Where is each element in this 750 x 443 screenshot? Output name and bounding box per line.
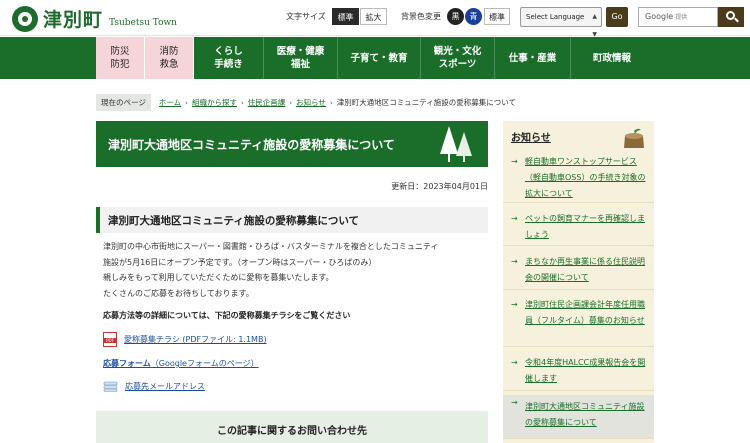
sidebar-item[interactable]: まちなか再生事業に係る住民説明会の開催について <box>503 254 654 290</box>
tree-stump-icon <box>624 128 644 148</box>
mail-stack-icon <box>103 381 118 392</box>
logo-subtitle: Tsubetsu Town <box>109 17 177 28</box>
application-form-link[interactable]: 応募フォーム <box>103 359 151 368</box>
text-size-large-button[interactable]: 拡大 <box>360 8 387 25</box>
news-sidebar: お知らせ 軽自動車ワンストップサービス（軽自動車OSS）の手続き対象の拡大につい… <box>503 121 654 443</box>
town-emblem-icon <box>12 5 38 32</box>
sidebar-item[interactable]: 軽自動車ワンストップサービス（軽自動車OSS）の手続き対象の拡大について <box>503 154 654 203</box>
mail-link-row: 応募先メールアドレス <box>103 381 205 392</box>
breadcrumb-link-home[interactable]: ホーム <box>159 97 181 108</box>
breadcrumb-separator-icon: › <box>329 98 333 107</box>
nav-item-disaster[interactable]: 防災 防犯 <box>96 37 145 79</box>
body-line: 津別町の中心市街地にスーパー・図書館・ひろば・バスターミナルを複合としたコミュニ… <box>103 242 439 251</box>
form-link-note[interactable]: （Googleフォームのページ） <box>151 359 259 368</box>
nav-item-government[interactable]: 町政情報 <box>571 37 653 79</box>
bg-color-label: 背景色変更 <box>401 12 441 21</box>
article-body: 津別町の中心市街地にスーパー・図書館・ひろば・バスターミナルを複合としたコミュニ… <box>103 239 483 301</box>
bg-black-button[interactable]: 黒 <box>447 8 464 25</box>
site-logo[interactable]: 津別町 Tsubetsu Town <box>12 5 177 32</box>
text-size-label: 文字サイズ <box>286 12 326 21</box>
pdf-icon: PDF <box>103 332 117 347</box>
global-nav: 防災 防犯 消防 救急 くらし 手続き 医療・健康 福祉 子育て・教育 観光・文化 スポー… <box>0 37 750 79</box>
updated-date: 更新日：2023年04月01日 <box>391 182 488 191</box>
nav-item-health[interactable]: 医療・健康 福祉 <box>264 37 338 79</box>
breadcrumb-separator-icon: › <box>289 98 293 107</box>
logo-name: 津別町 <box>43 9 104 31</box>
nav-item-education[interactable]: 子育て・教育 <box>338 37 421 79</box>
pdf-link-row: PDF 愛称募集チラシ (PDFファイル: 1.1MB) <box>103 332 267 347</box>
contact-section: この記事に関するお問い合わせ先 <box>96 411 488 443</box>
search-button[interactable] <box>718 7 744 27</box>
bg-blue-button[interactable]: 青 <box>465 8 482 25</box>
page-title-box: 津別町大通地区コミュニティ施設の愛称募集について <box>96 121 488 167</box>
details-note: 応募方法等の詳細については、下記の愛称募集チラシをご覧ください <box>103 311 351 320</box>
breadcrumb-link-news[interactable]: お知らせ <box>296 97 326 108</box>
language-go-button[interactable]: Go <box>606 7 628 27</box>
section-heading: 津別町大通地区コミュニティ施設の愛称募集について <box>96 207 488 233</box>
text-size-standard-button[interactable]: 標準 <box>332 8 359 25</box>
nav-item-fire[interactable]: 消防 救急 <box>145 37 194 79</box>
contact-heading: この記事に関するお問い合わせ先 <box>217 426 367 437</box>
search-input[interactable]: Google 提供 <box>638 7 718 27</box>
sidebar-item[interactable]: ペットの飼育マナーを再確認しましょう <box>503 211 654 246</box>
breadcrumb-here-label: 現在のページ <box>96 94 151 111</box>
breadcrumb-link-dept[interactable]: 住民企画課 <box>248 97 286 108</box>
pdf-link[interactable]: 愛称募集チラシ (PDFファイル: 1.1MB) <box>124 334 267 345</box>
nav-item-living[interactable]: くらし 手続き <box>194 37 264 79</box>
nav-item-industry[interactable]: 仕事・産業 <box>495 37 571 79</box>
form-link-row: 応募フォーム（Googleフォームのページ） <box>103 358 259 369</box>
breadcrumb-link-org[interactable]: 組織から探す <box>192 97 237 108</box>
body-line: 施設が5月16日にオープン予定です。（オープン時はスーパー・ひろばのみ） <box>103 257 377 267</box>
sidebar-title[interactable]: お知らせ <box>511 129 551 144</box>
trees-icon <box>440 126 472 162</box>
body-line: 親しみをもって利用していただくために愛称を募集いたします。 <box>103 273 334 282</box>
site-header: 津別町 Tsubetsu Town 文字サイズ 標準 拡大 背景色変更 黒 青 … <box>0 0 750 38</box>
sidebar-item-current[interactable]: 津別町大通地区コミュニティ施設の愛称募集について <box>503 395 654 439</box>
breadcrumb-current: 津別町大通地区コミュニティ施設の愛称募集について <box>336 98 517 107</box>
sidebar-item[interactable]: 令和4年度HALCC成果報告会を開催します <box>503 355 654 391</box>
sidebar-item[interactable]: 津別町住民企画課会計年度任用職員（フルタイム）募集のお知らせ <box>503 297 654 347</box>
breadcrumb-separator-icon: › <box>185 98 188 107</box>
page-title: 津別町大通地区コミュニティ施設の愛称募集について <box>108 138 395 152</box>
breadcrumb: 現在のページ ホーム › 組織から探す › 住民企画課 › お知らせ › 津別町… <box>96 94 516 111</box>
bg-standard-button[interactable]: 標準 <box>484 8 510 25</box>
nav-item-tourism[interactable]: 観光・文化 スポーツ <box>421 37 495 79</box>
language-select[interactable]: Select Language ▲ ▼ <box>520 7 602 38</box>
breadcrumb-separator-icon: › <box>240 98 244 107</box>
mail-address-link[interactable]: 応募先メールアドレス <box>125 381 205 392</box>
body-line: たくさんのご応募をお待ちしております。 <box>103 288 254 298</box>
